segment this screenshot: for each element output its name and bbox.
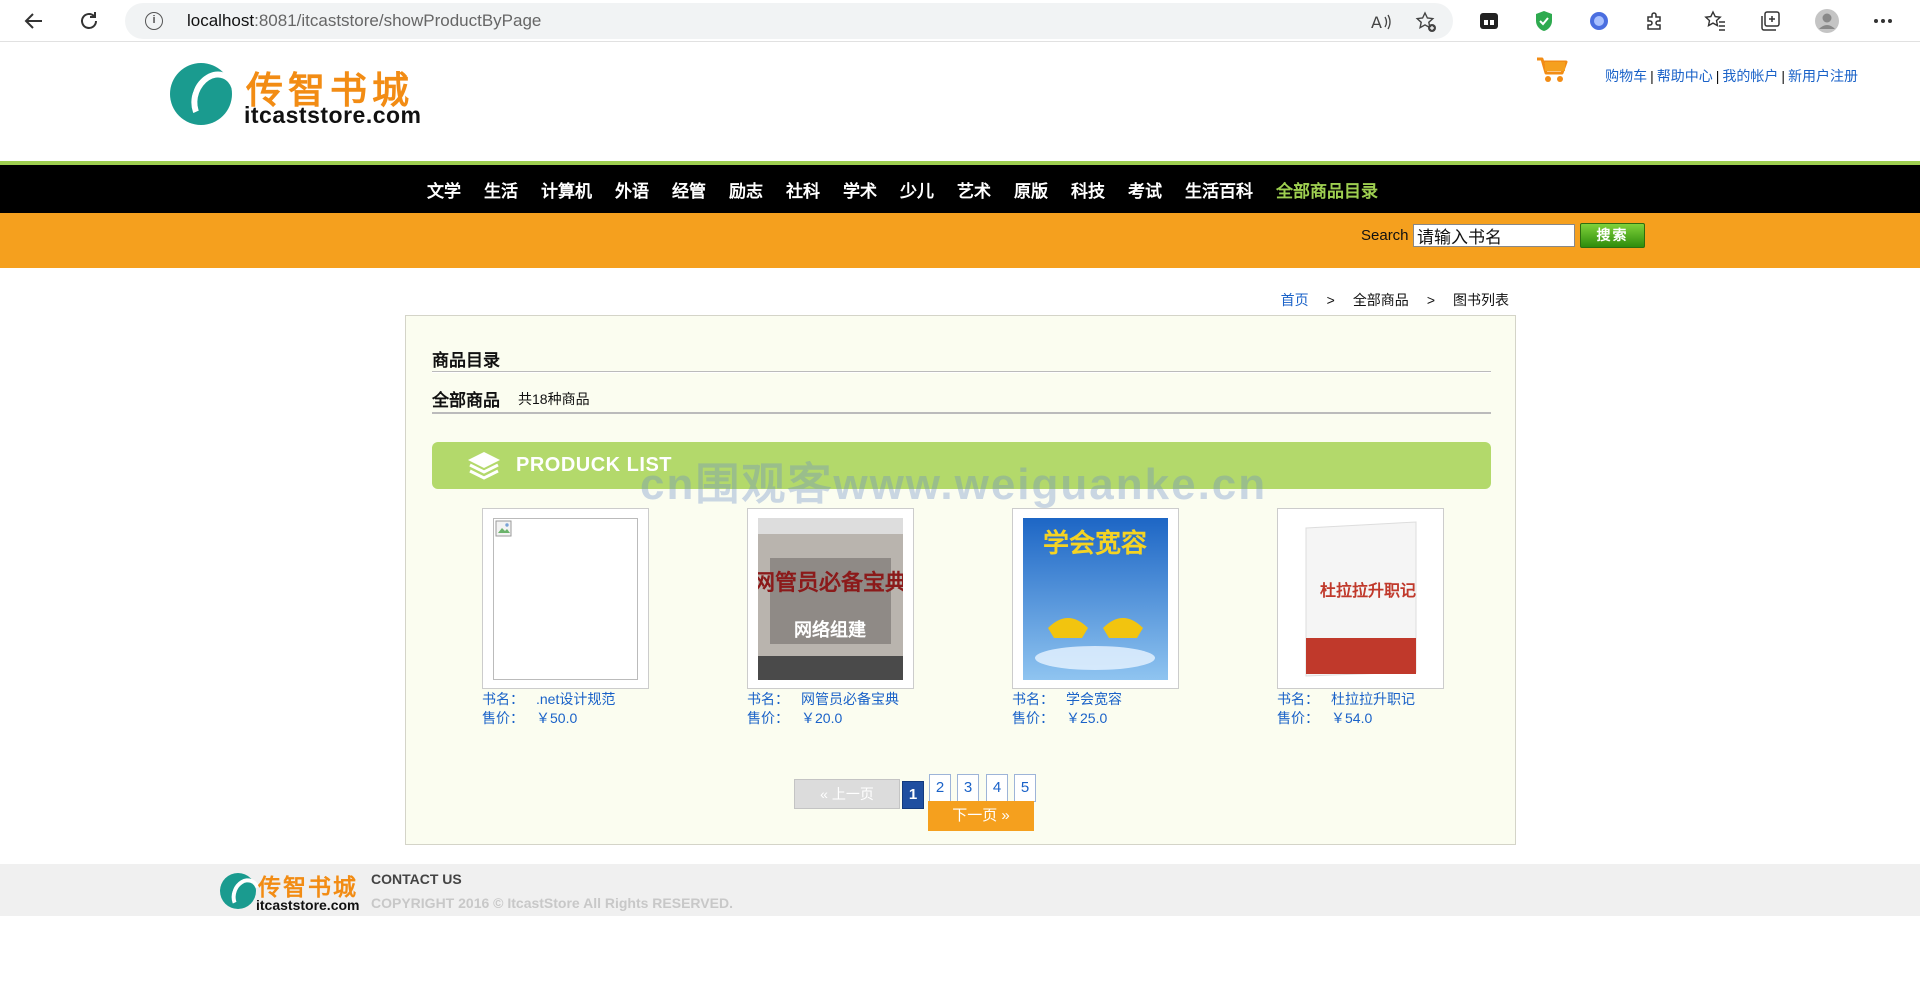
breadcrumb-book-list: 图书列表	[1453, 292, 1509, 308]
site-logo[interactable]: 传智书城 itcaststore.com	[168, 58, 422, 130]
svg-text:网管员必备宝典: 网管员必备宝典	[758, 570, 903, 596]
page-5[interactable]: 5	[1014, 774, 1036, 802]
my-account-link[interactable]: 我的帐户	[1722, 68, 1778, 84]
browser-toolbar: i localhost:8081/itcaststore/showProduct…	[0, 0, 1920, 42]
add-favorite-icon[interactable]	[1414, 10, 1438, 34]
nav-item-encyclopedia[interactable]: 生活百科	[1185, 177, 1253, 202]
book-cover-image[interactable]: 学会宽容	[1023, 518, 1168, 680]
product-image-frame[interactable]: 网管员必备宝典 网络组建	[747, 508, 914, 689]
product-name[interactable]: 书名： 学会宽容	[1012, 690, 1232, 708]
url-text: localhost:8081/itcaststore/showProductBy…	[187, 11, 542, 30]
double-chevron-right-icon: »	[1001, 807, 1010, 824]
nav-item-original[interactable]: 原版	[1014, 177, 1048, 202]
shopping-cart-icon[interactable]	[1536, 56, 1568, 84]
prev-page-button[interactable]: « 上一页	[794, 779, 900, 809]
broken-image-icon[interactable]	[493, 518, 638, 680]
product-count: 共18种商品	[518, 391, 590, 407]
breadcrumb: 首页 > 全部商品 > 图书列表	[1280, 292, 1509, 308]
collections-icon[interactable]	[1755, 6, 1785, 36]
nav-item-academic[interactable]: 学术	[843, 177, 877, 202]
search-button[interactable]: 搜索	[1580, 223, 1645, 248]
svg-text:A: A	[1371, 13, 1382, 32]
search-input[interactable]	[1413, 224, 1575, 247]
search-bar: Search 搜索	[0, 213, 1920, 268]
site-info-icon[interactable]: i	[145, 12, 163, 30]
product-catalog: 商品目录 全部商品 共18种商品 PRODUCK LIST 书名： .net设计规…	[405, 315, 1516, 845]
reload-icon[interactable]	[73, 5, 105, 37]
product-price: 售价： ￥20.0	[747, 710, 843, 726]
extension-tab-icon[interactable]	[1474, 6, 1504, 36]
nav-item-social-science[interactable]: 社科	[786, 177, 820, 202]
page-1[interactable]: 1	[902, 781, 924, 809]
pagination: « 上一页 1 2 3 4 5 下一页 »	[406, 761, 1517, 831]
logo-mark-icon	[220, 873, 256, 909]
nav-item-exam[interactable]: 考试	[1128, 177, 1162, 202]
product-name[interactable]: 书名： .net设计规范	[482, 690, 702, 708]
product-image-frame[interactable]: 杜拉拉升职记	[1277, 508, 1444, 689]
book-cover-image[interactable]: 杜拉拉升职记	[1288, 518, 1433, 680]
svg-text:网络组建: 网络组建	[794, 619, 866, 641]
product-card[interactable]: 杜拉拉升职记 书名： 杜拉拉升职记 售价： ￥54.0	[1277, 508, 1497, 727]
product-price: 售价： ￥25.0	[1012, 710, 1108, 726]
address-bar[interactable]: i localhost:8081/itcaststore/showProduct…	[125, 3, 1453, 39]
breadcrumb-all-products: 全部商品	[1352, 292, 1409, 308]
category-nav: 文学 生活 计算机 外语 经管 励志 社科 学术 少儿 艺术 原版 科技 考试 …	[0, 165, 1920, 213]
page-2[interactable]: 2	[929, 774, 951, 802]
footer: 传智书城 itcaststore.com CONTACT US COPYRIGH…	[0, 864, 1920, 916]
breadcrumb-home[interactable]: 首页	[1281, 292, 1309, 308]
favorites-icon[interactable]	[1700, 6, 1730, 36]
svg-text:杜拉拉升职记: 杜拉拉升职记	[1320, 581, 1416, 600]
extensions-puzzle-icon[interactable]	[1639, 6, 1669, 36]
copyright-text: COPYRIGHT 2016 © ItcastStore All Rights …	[371, 895, 733, 911]
nav-item-children[interactable]: 少儿	[900, 177, 934, 202]
nav-item-life[interactable]: 生活	[484, 177, 518, 202]
profile-avatar-icon[interactable]	[1812, 6, 1842, 36]
catalog-title: 商品目录	[432, 351, 500, 370]
watermark: cn围观客www.weiguanke.cn	[640, 460, 1268, 509]
double-chevron-left-icon: «	[820, 786, 828, 802]
logo-mark-icon	[170, 63, 232, 125]
header-links: 购物车 | 帮助中心 | 我的帐户 | 新用户注册	[1605, 68, 1858, 84]
product-image-frame[interactable]	[482, 508, 649, 689]
page-3[interactable]: 3	[957, 774, 979, 802]
back-icon[interactable]	[18, 5, 50, 37]
nav-item-inspirational[interactable]: 励志	[729, 177, 763, 202]
product-card[interactable]: 网管员必备宝典 网络组建 书名： 网管员必备宝典 售价： ￥20.0	[747, 508, 967, 727]
product-price: 售价： ￥54.0	[1277, 710, 1373, 726]
nav-item-management[interactable]: 经管	[672, 177, 706, 202]
register-link[interactable]: 新用户注册	[1788, 68, 1858, 84]
search-label: Search	[1361, 227, 1409, 244]
product-price: 售价： ￥50.0	[482, 710, 578, 726]
contact-us[interactable]: CONTACT US	[371, 871, 462, 887]
all-products-title: 全部商品	[432, 391, 500, 410]
read-aloud-icon[interactable]: A	[1369, 10, 1393, 34]
product-name[interactable]: 书名： 杜拉拉升职记	[1277, 690, 1497, 708]
divider	[432, 412, 1491, 414]
nav-item-computer[interactable]: 计算机	[541, 177, 592, 202]
product-name[interactable]: 书名： 网管员必备宝典	[747, 690, 967, 708]
next-page-button[interactable]: 下一页 »	[928, 801, 1034, 831]
divider	[432, 371, 1491, 373]
page-4[interactable]: 4	[986, 774, 1008, 802]
more-menu-icon[interactable]	[1868, 6, 1898, 36]
nav-item-literature[interactable]: 文学	[427, 177, 461, 202]
help-center-link[interactable]: 帮助中心	[1657, 68, 1713, 84]
product-card[interactable]: 书名： .net设计规范 售价： ￥50.0	[482, 508, 702, 727]
logo-en-text: itcaststore.com	[244, 102, 422, 128]
nav-item-all-products[interactable]: 全部商品目录	[1276, 177, 1378, 202]
product-image-frame[interactable]: 学会宽容	[1012, 508, 1179, 689]
nav-item-foreign-language[interactable]: 外语	[615, 177, 649, 202]
book-cover-image[interactable]: 网管员必备宝典 网络组建	[753, 518, 907, 680]
cart-link[interactable]: 购物车	[1605, 68, 1647, 84]
extension-badge-icon[interactable]	[1584, 6, 1614, 36]
nav-item-art[interactable]: 艺术	[957, 177, 991, 202]
footer-logo[interactable]: 传智书城 itcaststore.com	[218, 868, 359, 914]
product-card[interactable]: 学会宽容 书名： 学会宽容 售价： ￥25.0	[1012, 508, 1232, 727]
shield-icon[interactable]	[1529, 6, 1559, 36]
svg-text:学会宽容: 学会宽容	[1043, 528, 1147, 559]
layers-icon	[468, 452, 500, 480]
nav-item-technology[interactable]: 科技	[1071, 177, 1105, 202]
